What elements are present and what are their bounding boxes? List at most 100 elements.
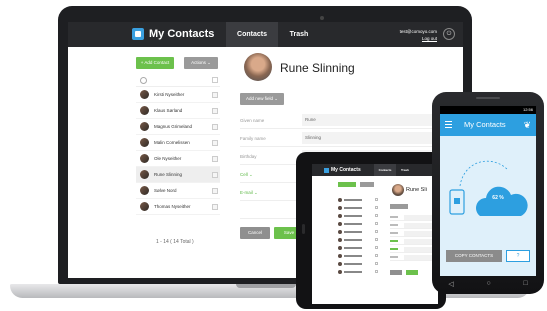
power-icon[interactable]: ⏻ [443, 28, 455, 40]
avatar [140, 202, 149, 211]
row-checkbox[interactable] [375, 222, 378, 225]
field-label[interactable] [390, 240, 398, 242]
tablet-field [390, 214, 438, 221]
contact-card-icon [454, 198, 460, 204]
phone-app-title: My Contacts [464, 120, 506, 129]
tablet-save-button[interactable] [406, 270, 418, 275]
app-brand[interactable]: My Contacts [132, 28, 214, 40]
avatar [338, 246, 342, 250]
row-checkbox[interactable] [212, 188, 218, 194]
tablet-contact-photo[interactable] [392, 184, 404, 196]
list-item[interactable] [338, 196, 378, 204]
list-item[interactable]: Magnus Grimeland [136, 119, 220, 135]
list-item[interactable]: Ole Nyseither [136, 151, 220, 167]
tab-trash[interactable]: Trash [278, 22, 320, 47]
phone-app-bar: My Contacts ❦ [440, 114, 536, 136]
row-checkbox[interactable] [375, 198, 378, 201]
row-checkbox[interactable] [375, 238, 378, 241]
tablet-field [390, 230, 438, 237]
row-checkbox[interactable] [212, 92, 218, 98]
select-all-checkbox[interactable] [212, 77, 218, 83]
list-item[interactable] [338, 228, 378, 236]
list-item[interactable]: Malin Cornelissen [136, 135, 220, 151]
contact-name: Kirsti Nyseither [154, 92, 185, 97]
tablet-field [390, 254, 438, 261]
row-checkbox[interactable] [375, 214, 378, 217]
row-checkbox[interactable] [375, 262, 378, 265]
name-placeholder [344, 271, 362, 273]
email-type-dropdown[interactable]: E-mail ⌄ [240, 190, 258, 196]
avatar [338, 230, 342, 234]
name-placeholder [344, 239, 362, 241]
row-checkbox[interactable] [375, 230, 378, 233]
row-checkbox[interactable] [375, 270, 378, 273]
list-item[interactable] [338, 236, 378, 244]
list-item[interactable] [338, 252, 378, 260]
logout-link[interactable]: Log out [400, 35, 437, 42]
row-checkbox[interactable] [212, 124, 218, 130]
add-new-field-button[interactable]: Add new field ⌄ [240, 93, 284, 105]
menu-icon[interactable] [445, 121, 452, 128]
list-item[interactable]: Sølve Nord [136, 183, 220, 199]
list-item[interactable]: Klaus Sørland [136, 103, 220, 119]
list-item[interactable]: Thomas Nyseither [136, 199, 220, 215]
tablet-add-field-button[interactable] [390, 204, 408, 209]
tablet-field [390, 238, 438, 245]
row-checkbox[interactable] [212, 140, 218, 146]
list-item[interactable] [338, 260, 378, 268]
field-given-name: Given name Rune [240, 113, 463, 129]
list-item[interactable] [338, 212, 378, 220]
list-item[interactable]: Kirsti Nyseither [136, 87, 220, 103]
row-checkbox[interactable] [375, 254, 378, 257]
tablet-add-contact-button[interactable] [338, 182, 356, 187]
copy-contacts-button[interactable]: COPY CONTACTS [446, 250, 502, 262]
tablet-brand[interactable]: My Contacts [324, 167, 361, 173]
tablet-screen: My Contacts Contacts Trash Rune Sli [312, 164, 438, 304]
avatar [338, 206, 342, 210]
list-item[interactable] [338, 204, 378, 212]
contact-list-panel: + Add Contact Actions ⌄ Kirsti Nyseither… [132, 47, 224, 278]
list-item[interactable] [338, 220, 378, 228]
row-checkbox[interactable] [212, 108, 218, 114]
tablet-home-button [302, 224, 305, 234]
list-item-selected[interactable]: Rune Slinning [136, 167, 220, 183]
row-checkbox[interactable] [212, 172, 218, 178]
field-label [390, 224, 398, 226]
tablet-actions-button[interactable] [360, 182, 374, 187]
brand-logo-icon: ❦ [523, 120, 531, 130]
phone-sync-view: 62 % COPY CONTACTS ? [440, 136, 536, 276]
contact-photo[interactable] [244, 53, 272, 81]
contacts-logo-icon [132, 28, 144, 40]
tab-contacts[interactable]: Contacts [226, 22, 278, 47]
user-info: test@comoyo.com Log out [400, 28, 437, 42]
field-label[interactable] [390, 248, 398, 250]
recent-apps-icon[interactable]: □ [523, 280, 527, 288]
cancel-button[interactable]: Cancel [240, 227, 270, 239]
tablet-tab-trash[interactable]: Trash [396, 164, 414, 176]
list-item[interactable] [338, 268, 378, 276]
home-icon[interactable]: ○ [486, 280, 490, 288]
row-checkbox[interactable] [375, 206, 378, 209]
list-item[interactable] [338, 244, 378, 252]
contact-name: Sølve Nord [154, 188, 177, 193]
tablet-cancel-button[interactable] [390, 270, 402, 275]
phone-device: 12:56 My Contacts ❦ 62 % COPY CONTACTS ?… [432, 92, 544, 294]
row-checkbox[interactable] [212, 204, 218, 210]
field-label [390, 232, 398, 234]
help-button[interactable]: ? [506, 250, 530, 262]
phone-nav-bar: ◁ ○ □ [432, 280, 544, 288]
search-icon[interactable] [140, 77, 147, 84]
avatar [338, 198, 342, 202]
row-checkbox[interactable] [212, 156, 218, 162]
tablet-header: My Contacts Contacts Trash [312, 164, 438, 176]
add-contact-button[interactable]: + Add Contact [136, 57, 174, 69]
tablet-tab-contacts[interactable]: Contacts [374, 164, 396, 176]
cell-type-dropdown[interactable]: Cell ⌄ [240, 172, 253, 178]
name-placeholder [344, 255, 362, 257]
avatar [338, 270, 342, 274]
avatar [140, 90, 149, 99]
back-icon[interactable]: ◁ [448, 280, 453, 288]
tablet-app-title: My Contacts [331, 167, 361, 173]
actions-button[interactable]: Actions ⌄ [184, 57, 218, 69]
row-checkbox[interactable] [375, 246, 378, 249]
